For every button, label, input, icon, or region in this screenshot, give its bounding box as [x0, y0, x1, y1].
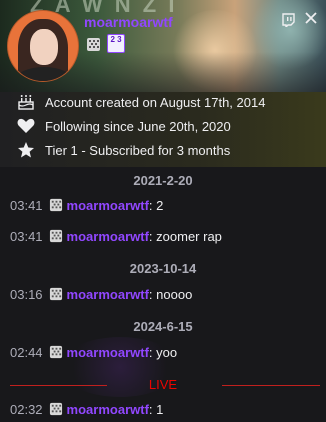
- message-text: noooo: [156, 286, 193, 302]
- chat-message: 03:41 moarmoarwtf: zoomer rap: [10, 227, 222, 245]
- chat-message: 02:44 moarmoarwtf: yoo: [10, 343, 177, 361]
- subscriber-badge-icon[interactable]: [49, 229, 63, 243]
- subscriber-badge-icon[interactable]: [49, 287, 63, 301]
- live-divider-right: [222, 385, 320, 386]
- message-text: yoo: [156, 344, 178, 360]
- chat-message: 02:32 moarmoarwtf: 1: [10, 400, 163, 418]
- date-separator: 2023-10-14: [129, 261, 197, 276]
- message-separator: :: [148, 228, 153, 244]
- star-icon: [18, 142, 34, 158]
- message-username[interactable]: moarmoarwtf: [67, 402, 149, 417]
- message-time: 03:41: [10, 197, 43, 213]
- date-separator: 2024-6-15: [133, 319, 193, 334]
- message-time: 03:41: [10, 228, 43, 244]
- message-time: 03:16: [10, 286, 43, 302]
- message-time: 02:44: [10, 344, 43, 360]
- heart-icon: [17, 118, 35, 133]
- user-card: Z A W N Z I moarmoarwtf 2 3 Account crea…: [0, 0, 326, 422]
- close-icon[interactable]: [305, 12, 317, 24]
- avatar[interactable]: [8, 11, 78, 81]
- twitch-logo-icon[interactable]: [281, 13, 295, 27]
- subscription-row: Tier 1 - Subscribed for 3 months: [16, 140, 230, 160]
- message-username[interactable]: moarmoarwtf: [67, 287, 149, 302]
- message-text: zoomer rap: [156, 228, 222, 244]
- subscription-text: Tier 1 - Subscribed for 3 months: [45, 142, 231, 158]
- subscriber-badge-icon[interactable]: [49, 198, 63, 212]
- message-separator: :: [148, 286, 153, 302]
- message-text: 2: [156, 197, 164, 213]
- username[interactable]: moarmoarwtf: [84, 14, 173, 30]
- chat-message: 03:16 moarmoarwtf: noooo: [10, 285, 192, 303]
- subscriber-badge-icon[interactable]: [49, 402, 63, 416]
- cake-icon: [18, 95, 34, 110]
- account-created-row: Account created on August 17th, 2014: [16, 92, 265, 112]
- subscriber-badge-icon[interactable]: [49, 345, 63, 359]
- message-text: 1: [156, 401, 164, 417]
- year-badge[interactable]: 2 3: [107, 34, 125, 53]
- account-created-text: Account created on August 17th, 2014: [45, 94, 266, 110]
- subscriber-badge-icon[interactable]: [86, 37, 101, 52]
- user-info-section: Account created on August 17th, 2014 Fol…: [0, 92, 326, 167]
- message-separator: :: [148, 197, 153, 213]
- message-time: 02:32: [10, 401, 43, 417]
- message-username[interactable]: moarmoarwtf: [67, 229, 149, 244]
- message-username[interactable]: moarmoarwtf: [67, 198, 149, 213]
- date-separator: 2021-2-20: [133, 173, 193, 188]
- following-since-row: Following since June 20th, 2020: [16, 116, 231, 136]
- chat-message: 03:41 moarmoarwtf: 2: [10, 196, 163, 214]
- message-username[interactable]: moarmoarwtf: [67, 345, 149, 360]
- message-separator: :: [148, 344, 153, 360]
- message-separator: :: [148, 401, 153, 417]
- following-since-text: Following since June 20th, 2020: [45, 118, 231, 134]
